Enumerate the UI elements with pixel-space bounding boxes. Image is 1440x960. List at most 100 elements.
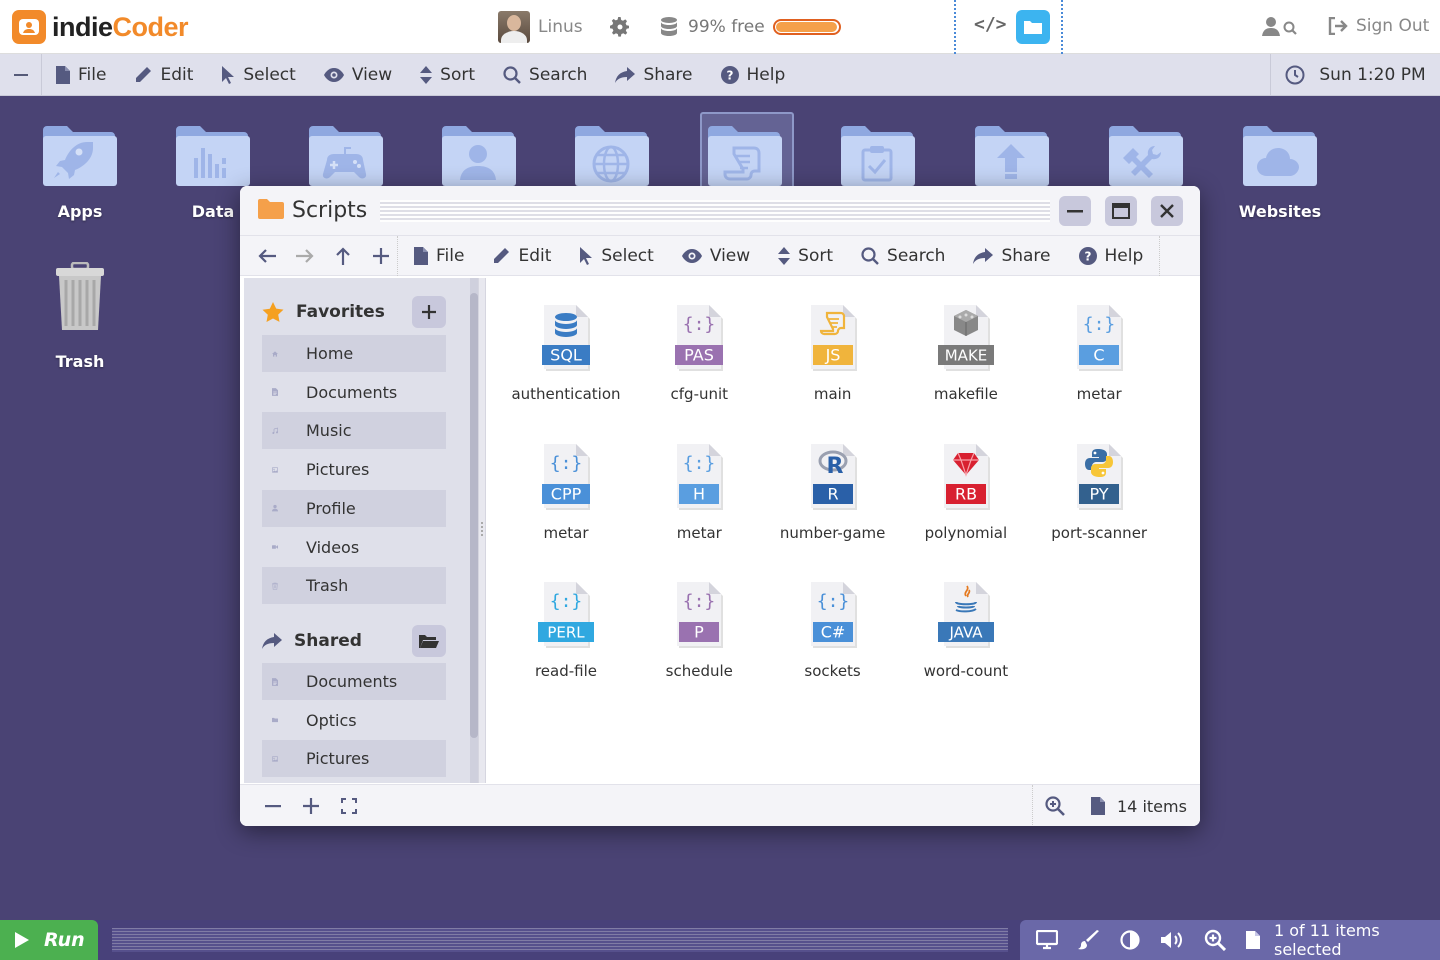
menu-file[interactable]: File [42, 54, 120, 96]
sidebar-item-trash[interactable]: Trash [262, 567, 446, 605]
sidebar-item-optics[interactable]: Optics [262, 702, 446, 739]
user-search-icon[interactable] [1262, 16, 1298, 42]
window-menu-select[interactable]: Select [565, 236, 667, 276]
window-menu-search[interactable]: Search [847, 236, 959, 276]
sidebar-item-pictures[interactable]: Pictures [262, 451, 446, 488]
magnifier-icon[interactable] [1204, 929, 1226, 951]
window-menu-help[interactable]: ? Help [1065, 236, 1158, 276]
title-drag-area[interactable] [380, 200, 1050, 222]
file-item-main-js[interactable]: JS main [766, 301, 900, 403]
clock[interactable]: Sun 1:20 PM [1270, 54, 1440, 96]
window-title-bar[interactable]: Scripts [240, 186, 1200, 236]
desktop-folder-gamepad[interactable] [296, 124, 396, 188]
up-arrow-icon[interactable] [324, 246, 362, 266]
sidebar-item-music[interactable]: Music [262, 412, 446, 450]
sign-out-button[interactable]: Sign Out [1328, 16, 1429, 36]
back-arrow-icon[interactable] [248, 248, 286, 264]
file-item-schedule-p[interactable]: {:} Pschedule [632, 578, 766, 680]
menu-select[interactable]: Select [207, 54, 309, 96]
file-item-makefile-make[interactable]: MAKE makefile [899, 301, 1033, 403]
selection-status: 1 of 11 items selected [1274, 921, 1380, 959]
volume-icon[interactable] [1160, 930, 1184, 950]
maximize-button[interactable] [1105, 196, 1137, 226]
file-item-metar-cpp[interactable]: {:} CPP metar [499, 440, 633, 542]
close-button[interactable] [1151, 196, 1183, 226]
music-icon [272, 422, 292, 440]
zoom-out-icon[interactable] [254, 804, 292, 808]
files-app-button[interactable] [1016, 10, 1050, 44]
forward-arrow-icon[interactable] [286, 248, 324, 264]
desktop-icon-trash[interactable]: Trash [30, 262, 130, 371]
file-item-port-scanner-py[interactable]: PY port-scanner [1032, 440, 1166, 542]
file-item-metar-c[interactable]: {:} Cmetar [1032, 301, 1166, 403]
sidebar-item-documents[interactable]: Documents [262, 663, 446, 700]
window-menu-file[interactable]: File [400, 236, 478, 276]
menu-search[interactable]: Search [489, 54, 601, 96]
svg-text:SQL: SQL [550, 346, 582, 365]
zoom-in-plus-icon[interactable] [292, 798, 330, 814]
desktop-folder-scroll[interactable] [695, 124, 795, 188]
sidebar-item-profile[interactable]: Profile [262, 489, 446, 527]
sidebar-favorites-header[interactable]: Favorites [262, 294, 446, 330]
menu-view[interactable]: View [310, 54, 406, 96]
file-item-word-count-java[interactable]: JAVA word-count [899, 578, 1033, 680]
menu-share[interactable]: Share [601, 54, 706, 96]
svg-text:P: P [694, 623, 704, 642]
file-name: schedule [665, 662, 733, 680]
window-menu-share[interactable]: Share [959, 236, 1064, 276]
sidebar-resize-handle[interactable] [478, 278, 486, 783]
zoom-search-icon[interactable] [1045, 796, 1065, 816]
file-item-authentication-sql[interactable]: SQL authentication [499, 301, 633, 403]
task-list-area[interactable] [112, 928, 1008, 952]
desktop-folder-apps[interactable]: Apps [30, 124, 130, 221]
menu-edit[interactable]: Edit [120, 54, 207, 96]
user-menu[interactable]: Linus [498, 11, 583, 43]
sidebar-item-documents[interactable]: Documents [262, 374, 446, 411]
desktop-folder-tools[interactable] [1096, 124, 1196, 188]
file-item-read-file-perl[interactable]: {:} PERL read-file [499, 578, 633, 680]
window-menu-edit[interactable]: Edit [478, 236, 565, 276]
desktop-folder-globe[interactable] [562, 124, 662, 188]
new-folder-plus-icon[interactable] [362, 247, 400, 265]
file-item-metar-h[interactable]: {:} Hmetar [632, 440, 766, 542]
gear-icon[interactable] [608, 15, 632, 43]
window-menu-view[interactable]: View [668, 236, 764, 276]
desktop-folder-websites[interactable]: Websites [1230, 124, 1330, 221]
file-item-sockets-csharp[interactable]: {:} C# sockets [766, 578, 900, 680]
desktop-folder-user[interactable] [429, 124, 529, 188]
desktop-folder-upload[interactable] [962, 124, 1062, 188]
add-favorite-button[interactable] [412, 296, 446, 328]
menu-help[interactable]: ? Help [707, 54, 800, 96]
contrast-icon[interactable] [1120, 930, 1140, 950]
svg-text:?: ? [726, 69, 733, 83]
file-item-polynomial-rb[interactable]: RB polynomial [899, 440, 1033, 542]
sidebar-item-home[interactable]: Home [262, 335, 446, 372]
folder-icon [442, 126, 516, 186]
fullscreen-icon[interactable] [330, 798, 368, 814]
file-item-number-game-r[interactable]: R Rnumber-game [766, 440, 900, 542]
open-shared-button[interactable] [412, 625, 446, 657]
app-logo[interactable]: indieCoder [12, 10, 189, 44]
file-type-icon: {:} PAS [675, 305, 724, 371]
folder-icon [309, 126, 383, 186]
svg-text:RB: RB [955, 484, 977, 503]
minimize-button[interactable] [1059, 196, 1091, 226]
sidebar-shared-header[interactable]: Shared [262, 623, 446, 659]
menu-sort[interactable]: Sort [406, 54, 489, 96]
file-icon [1246, 931, 1260, 949]
brush-icon[interactable] [1078, 930, 1100, 950]
desktop-folder-clipboard-check[interactable] [828, 124, 928, 188]
collapse-menu-button[interactable] [0, 54, 42, 96]
trash-icon [272, 577, 292, 595]
logo-text: indieCoder [52, 11, 189, 42]
window-menu-sort[interactable]: Sort [764, 236, 847, 276]
sidebar-item-videos[interactable]: Videos [262, 529, 446, 566]
code-icon[interactable]: </> [974, 14, 1007, 35]
file-type-icon: MAKE [937, 305, 994, 371]
storage-indicator[interactable]: 99% free [660, 16, 841, 38]
sidebar-item-pictures[interactable]: Pictures [262, 740, 446, 778]
sidebar-scrollbar-thumb[interactable] [470, 293, 478, 738]
run-button[interactable]: Run [0, 920, 98, 960]
file-item-cfg-unit-pas[interactable]: {:} PAS cfg-unit [632, 301, 766, 403]
monitor-icon[interactable] [1036, 930, 1058, 950]
